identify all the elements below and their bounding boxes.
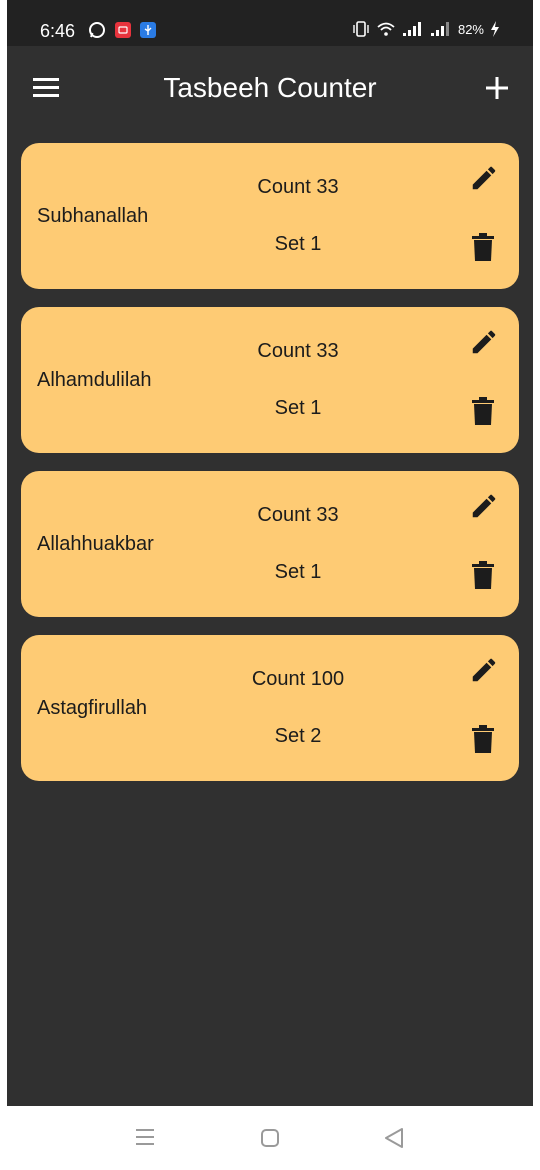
signal-icon [402, 22, 421, 36]
nav-home-icon [261, 1129, 279, 1147]
counter-set: Set 1 [274, 561, 322, 583]
system-nav-bar [7, 1106, 533, 1170]
delete-icon [472, 233, 494, 261]
counter-card[interactable]: Astagfirullah Count 100 Set 2 [21, 635, 519, 781]
app-bar: Tasbeeh Counter [7, 46, 533, 132]
edit-icon [472, 658, 496, 682]
whatsapp-icon [89, 22, 105, 38]
counter-name: Allahhuakbar [37, 533, 154, 555]
edit-button[interactable] [469, 655, 499, 685]
counter-set: Set 2 [274, 725, 322, 747]
edit-icon [472, 166, 496, 190]
add-icon [486, 77, 508, 99]
edit-button[interactable] [469, 327, 499, 357]
delete-button[interactable] [471, 396, 495, 426]
nav-recents-icon [136, 1129, 154, 1145]
battery-charging-icon [491, 21, 499, 37]
edit-icon [472, 494, 496, 518]
edit-icon [472, 330, 496, 354]
vibrate-icon [353, 21, 369, 37]
battery-level: 82% [457, 21, 484, 37]
counter-card[interactable]: Alhamdulilah Count 33 Set 1 [21, 307, 519, 453]
delete-button[interactable] [471, 560, 495, 590]
status-time: 6:46 [40, 21, 76, 41]
delete-icon [472, 397, 494, 425]
counter-count: Count 33 [257, 340, 339, 362]
counter-card[interactable]: Subhanallah Count 33 Set 1 [21, 143, 519, 289]
counter-name: Subhanallah [37, 205, 149, 227]
counter-set: Set 1 [274, 233, 322, 255]
counter-card[interactable]: Allahhuakbar Count 33 Set 1 [21, 471, 519, 617]
edit-button[interactable] [469, 163, 499, 193]
nav-back-button[interactable] [384, 1127, 404, 1154]
add-button[interactable] [483, 74, 511, 102]
nav-recents-button[interactable] [135, 1126, 155, 1153]
counter-set: Set 1 [274, 397, 322, 419]
app-screen: 6:46 82% Tasbeeh Counter Subhanallah Cou… [7, 0, 533, 1170]
nav-back-icon [385, 1128, 403, 1148]
counter-count: Count 33 [257, 176, 339, 198]
delete-icon [472, 561, 494, 589]
nav-home-button[interactable] [260, 1128, 280, 1153]
wifi-icon [377, 22, 395, 36]
status-bar: 6:46 82% [7, 0, 533, 46]
delete-button[interactable] [471, 232, 495, 262]
counter-count: Count 100 [251, 668, 345, 690]
screen-record-icon [115, 22, 131, 38]
counter-count: Count 33 [257, 504, 339, 526]
status-icons: 82% [352, 21, 500, 37]
delete-button[interactable] [471, 724, 495, 754]
usb-icon [140, 22, 156, 38]
delete-icon [472, 725, 494, 753]
counter-name: Alhamdulilah [37, 369, 152, 391]
page-title: Tasbeeh Counter [163, 72, 377, 103]
signal-icon [430, 22, 449, 36]
counter-name: Astagfirullah [37, 697, 148, 719]
edit-button[interactable] [469, 491, 499, 521]
